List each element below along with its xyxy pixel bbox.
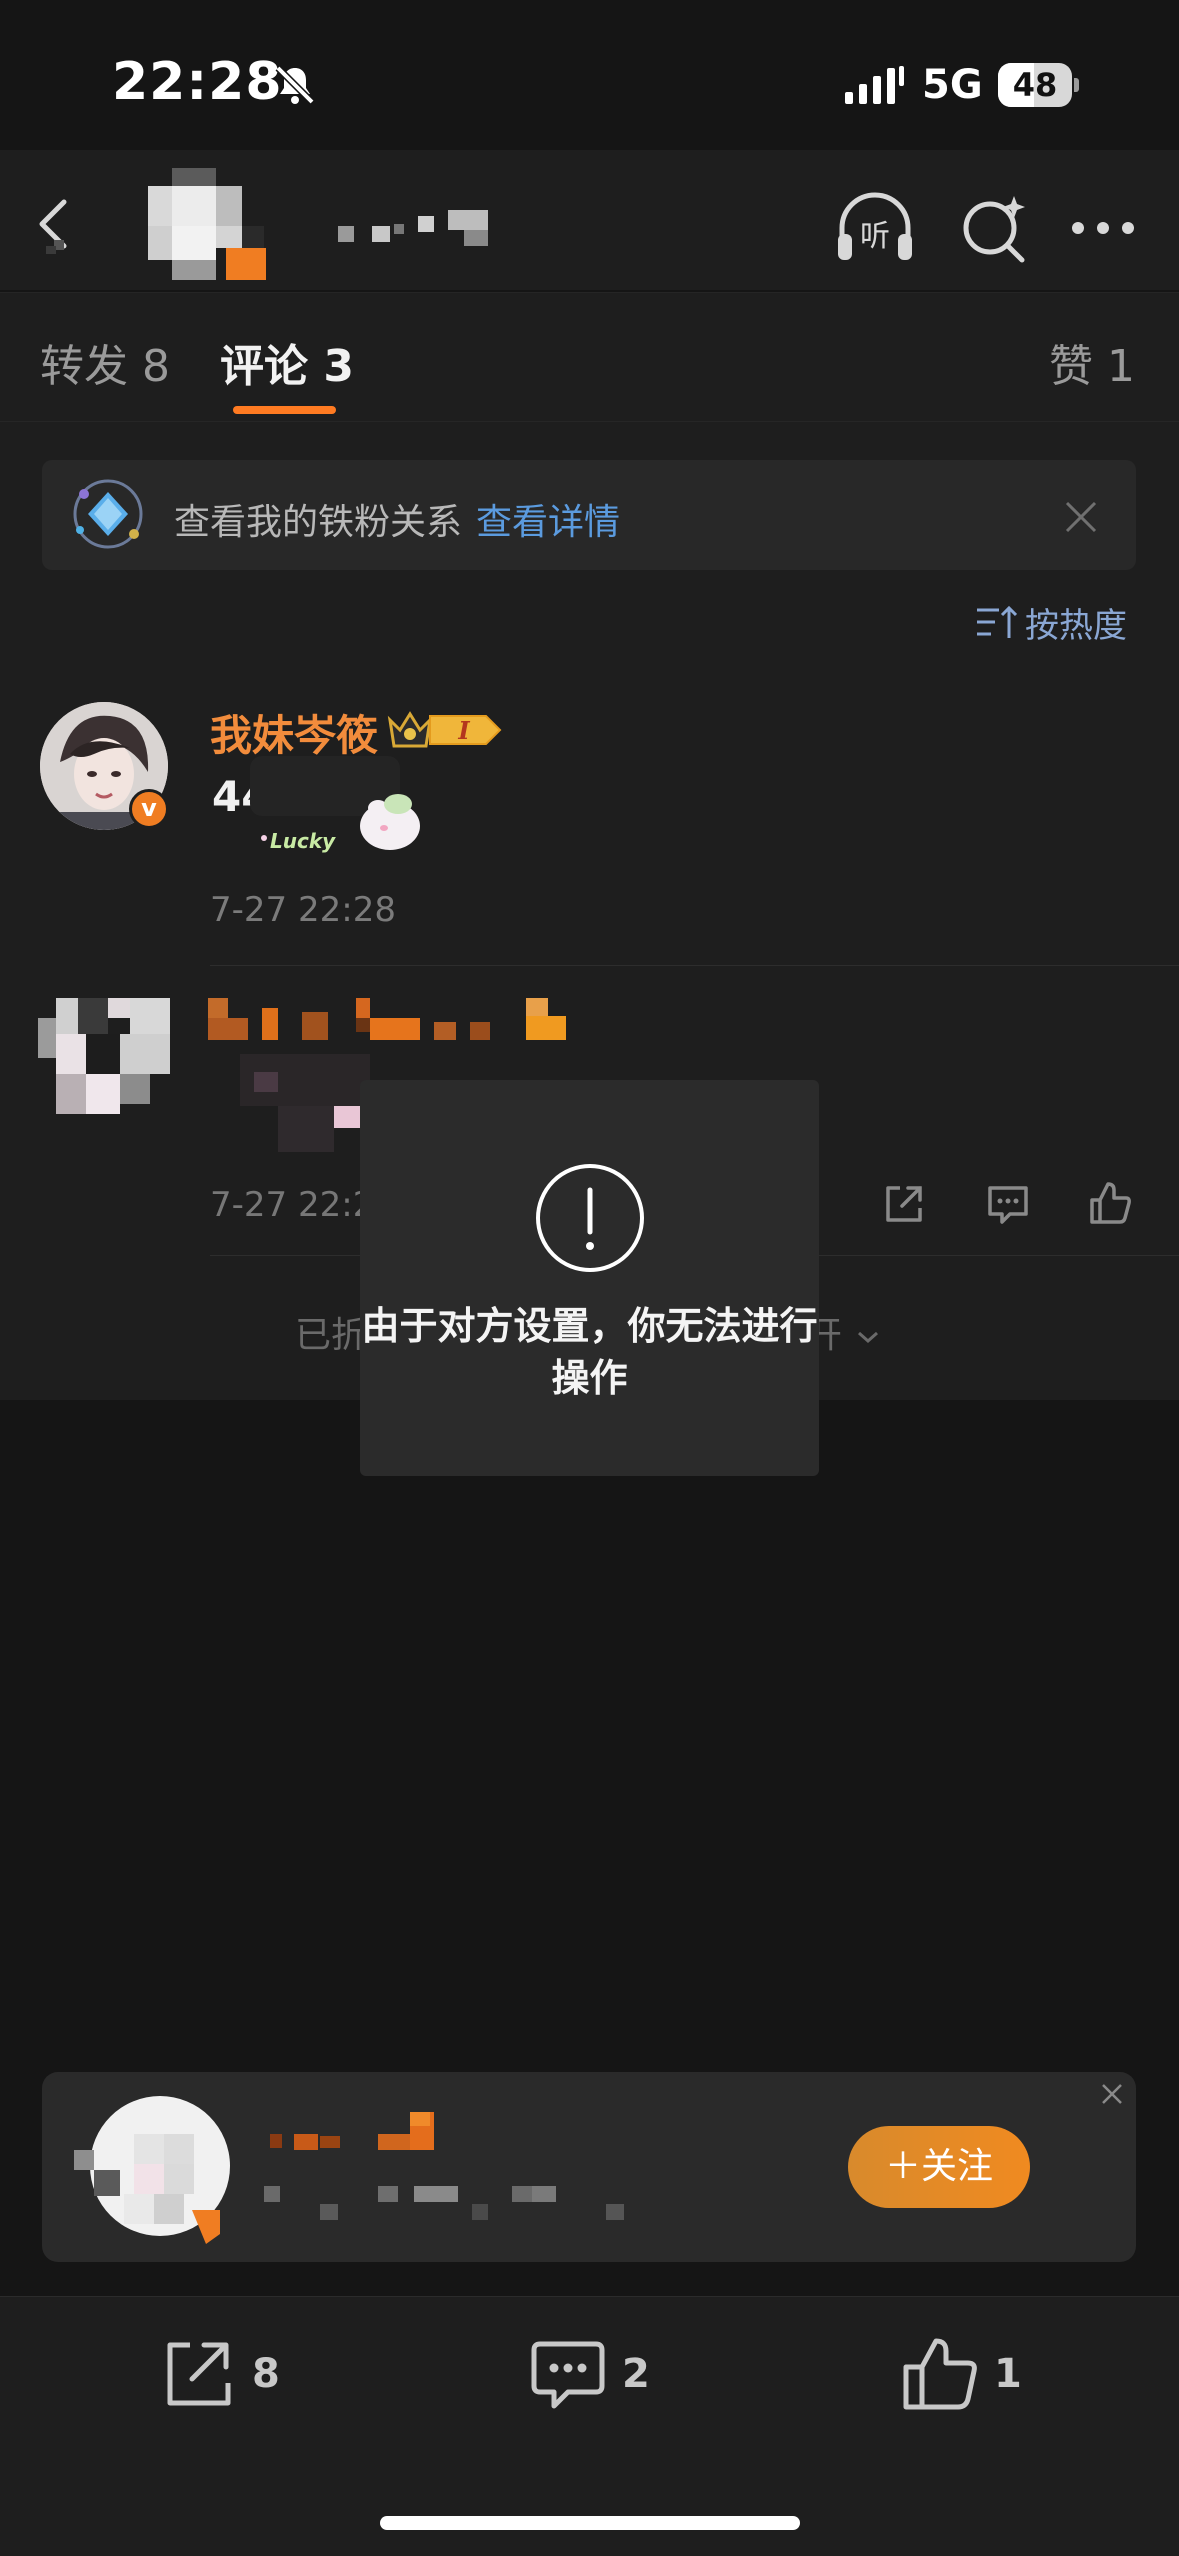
fan-banner-text: 查看我的铁粉关系 查看详情 xyxy=(174,493,620,545)
close-icon[interactable] xyxy=(1098,2080,1126,2108)
comment-count: 2 xyxy=(622,2351,650,2397)
like-count: 1 xyxy=(994,2351,1022,2397)
fan-banner-label: 查看我的铁粉关系 xyxy=(174,502,463,543)
comment-icon xyxy=(531,2341,605,2409)
svg-text:Lucky: Lucky xyxy=(270,829,336,853)
exclamation-icon xyxy=(536,1164,644,1272)
suggested-user-avatar[interactable] xyxy=(74,2094,234,2246)
comment-icon[interactable] xyxy=(984,1180,1032,1228)
back-icon[interactable] xyxy=(28,188,88,258)
sort-icon xyxy=(977,605,1017,638)
tab-like[interactable]: 赞 1 xyxy=(1049,330,1135,394)
lucky-sticker-icon: Lucky xyxy=(250,756,420,853)
toast-message: 由于对方设置，你无法进行操作 xyxy=(361,1304,818,1400)
suggested-user-name-blurred xyxy=(270,2112,434,2150)
sort-label: 按热度 xyxy=(1025,605,1127,646)
more-icon[interactable] xyxy=(1064,188,1150,268)
commenter-name-blurred xyxy=(208,998,566,1040)
diamond-fan-icon xyxy=(73,479,143,549)
network-type: 5G xyxy=(922,62,983,108)
verified-badge-icon: v xyxy=(129,789,169,829)
author-name-blurred xyxy=(338,210,488,246)
fan-banner-link[interactable]: 查看详情 xyxy=(476,502,620,543)
status-time: 22:28 xyxy=(112,52,283,112)
share-icon[interactable] xyxy=(880,1180,928,1228)
signal-icon xyxy=(845,66,904,104)
like-icon xyxy=(903,2338,977,2410)
collapsed-comments-label[interactable]: 已折 xyxy=(295,1306,367,1358)
toast-dialog xyxy=(360,1080,819,1476)
tab-comment[interactable]: 评论 3 xyxy=(220,330,354,394)
tab-bar xyxy=(0,292,1179,422)
close-icon[interactable] xyxy=(1064,500,1098,534)
follow-button[interactable]: ＋关注 xyxy=(848,2126,1030,2208)
tab-repost[interactable]: 转发 8 xyxy=(40,330,170,394)
like-button[interactable]: 1 xyxy=(900,2334,1022,2414)
share-icon xyxy=(167,2342,231,2406)
battery-icon: 48 xyxy=(998,63,1079,107)
svg-text:听: 听 xyxy=(860,219,890,254)
commenter-avatar-blurred[interactable] xyxy=(38,998,170,1114)
search-icon[interactable] xyxy=(952,188,1038,268)
author-avatar[interactable] xyxy=(148,168,266,280)
commenter-name[interactable]: 我妹岑筱 xyxy=(210,702,378,763)
battery-level: 48 xyxy=(1012,66,1058,104)
svg-text:I: I xyxy=(457,716,470,745)
repost-button[interactable]: 8 xyxy=(160,2334,280,2414)
chevron-down-icon xyxy=(858,1331,879,1344)
comment-button[interactable]: 2 xyxy=(528,2334,650,2414)
sort-by-hot-button[interactable]: 按热度 xyxy=(975,597,1127,647)
comment-time: 7-27 22:28 xyxy=(210,890,396,930)
repost-count: 8 xyxy=(252,2351,280,2397)
comment-divider xyxy=(210,965,1179,966)
listen-icon[interactable]: 听 xyxy=(832,188,918,268)
fan-level-crown-icon: I xyxy=(387,711,502,748)
active-tab-indicator xyxy=(233,406,336,414)
bell-muted-icon xyxy=(275,65,315,105)
like-icon[interactable] xyxy=(1086,1180,1134,1228)
home-indicator[interactable] xyxy=(380,2516,800,2530)
suggested-user-desc-blurred xyxy=(264,2186,624,2220)
